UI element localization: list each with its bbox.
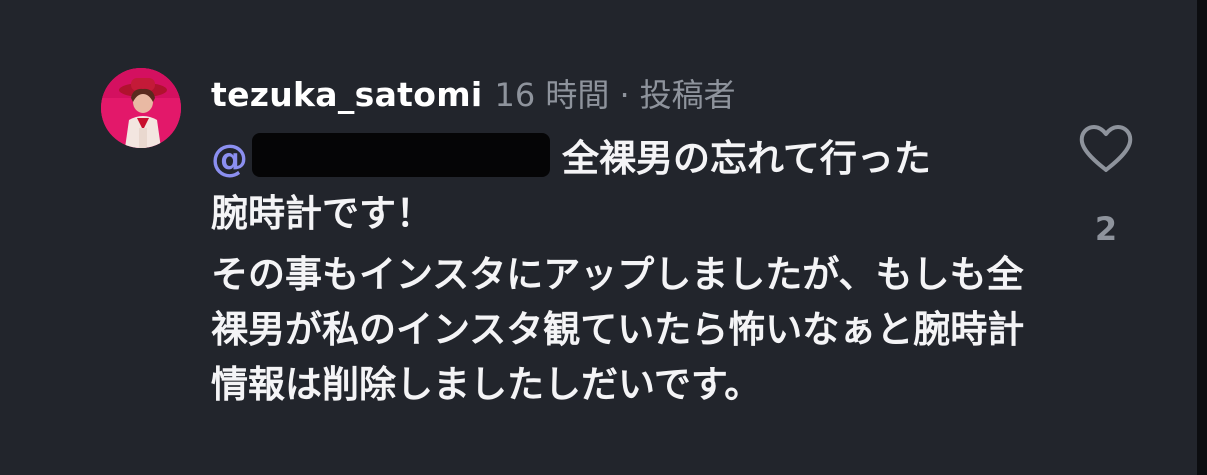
meta-separator: · [619,76,630,114]
comment-paragraph-1: @ 全裸男の忘れて行った 腕時計です！ [211,131,1041,241]
mention-prefix: @ [211,137,248,180]
comment-paragraph-2: その事もインスタにアップしましたが、もしも全裸男が私のインスタ観ていたら怖いなぁ… [211,253,1025,406]
comment-line-1: 全裸男の忘れて行った [562,137,931,180]
avatar-image [101,68,181,148]
author-badge: 投稿者 [639,76,736,114]
comment-body: @ 全裸男の忘れて行った 腕時計です！ その事もインスタにアップしましたが、もしも… [211,131,1041,412]
like-count: 2 [1094,210,1118,248]
comment-item: tezuka_satomi 16 時間 · 投稿者 @ 全裸男の忘れて行った 腕時計で… [0,0,1197,475]
window-edge [1197,0,1207,475]
avatar[interactable] [101,68,181,148]
comment-meta: 16 時間 · 投稿者 [495,70,736,116]
comment-line-2: 腕時計です！ [211,192,433,235]
username[interactable]: tezuka_satomi [211,75,483,114]
like-button[interactable] [1078,124,1134,174]
comment-header: tezuka_satomi 16 時間 · 投稿者 [211,70,736,116]
timestamp: 16 時間 [494,76,610,114]
heart-icon [1079,125,1133,172]
mention-link[interactable]: @ [211,133,562,180]
redacted-mention [252,133,550,177]
